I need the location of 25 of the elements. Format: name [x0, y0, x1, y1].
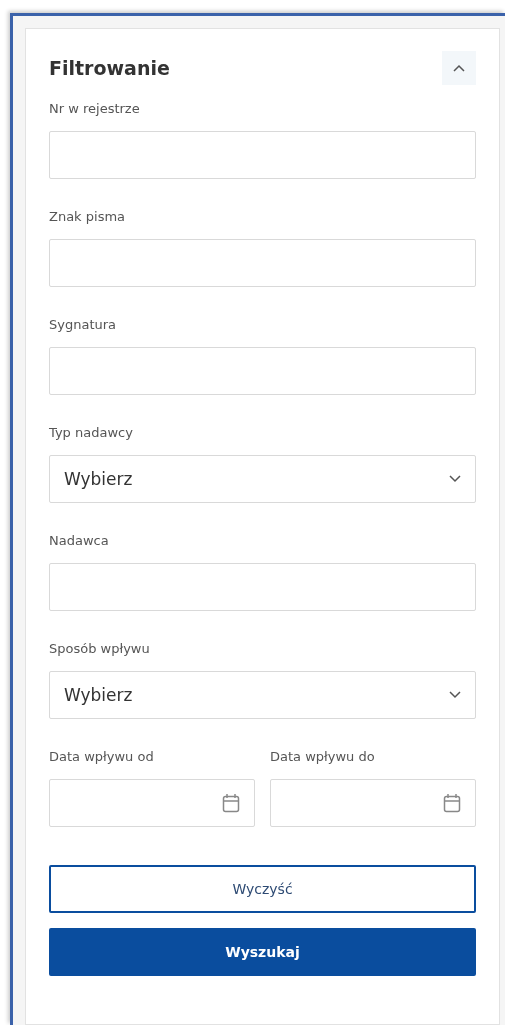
collapse-button[interactable] [442, 51, 476, 85]
calendar-icon[interactable] [443, 793, 461, 813]
input-field[interactable] [49, 563, 476, 611]
input-field[interactable] [49, 347, 476, 395]
field-label: Nadawca [49, 533, 110, 548]
field-label: Sposób wpływu [49, 641, 151, 656]
field-label: Nr w rejestrze [49, 101, 141, 116]
select-field[interactable]: Wybierz [49, 455, 476, 503]
field-label: Znak pisma [49, 209, 127, 224]
chevron-down-icon [449, 475, 461, 483]
field-label: Sygnatura [49, 317, 118, 332]
input-field[interactable] [49, 131, 476, 179]
field-label: Typ nadawcy [49, 425, 134, 440]
select-field[interactable]: Wybierz [49, 671, 476, 719]
field-label: Data wpływu do [270, 749, 376, 764]
input-field[interactable] [49, 239, 476, 287]
calendar-icon[interactable] [222, 793, 240, 813]
chevron-down-icon [449, 691, 461, 699]
date-field[interactable] [49, 779, 255, 827]
search-button[interactable]: Wyszukaj [49, 928, 476, 976]
clear-button[interactable]: Wyczyść [49, 865, 476, 913]
date-field[interactable] [270, 779, 476, 827]
panel-title: Filtrowanie [49, 57, 170, 79]
field-label: Data wpływu od [49, 749, 155, 764]
collapse-icon [453, 64, 465, 72]
